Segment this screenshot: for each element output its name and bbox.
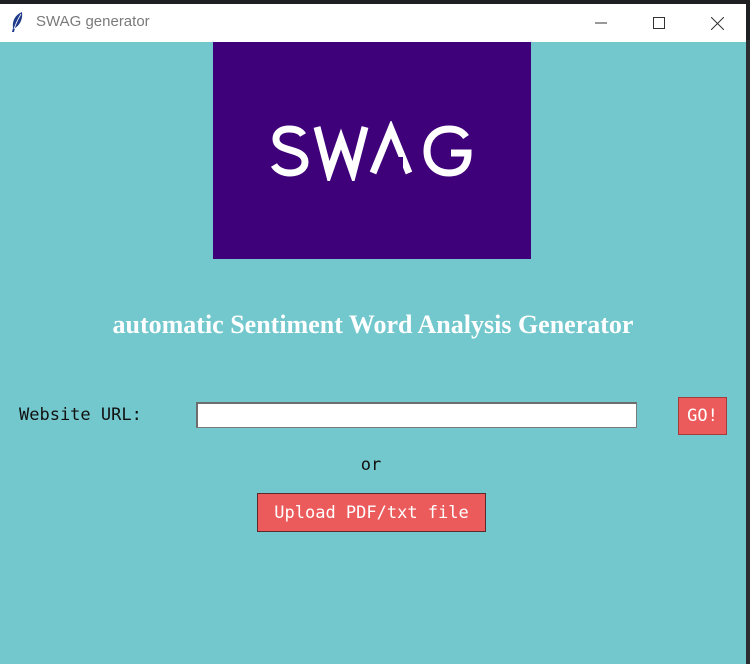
swag-logo-text (270, 120, 472, 181)
or-separator: or (360, 455, 382, 475)
close-button[interactable] (688, 4, 746, 42)
website-url-input[interactable] (196, 402, 637, 428)
background-editor-edge (746, 40, 750, 664)
app-window: SWAG generator automatic Sentiment Word … (0, 4, 746, 664)
swag-logo (213, 42, 531, 259)
maximize-icon (653, 17, 665, 29)
title-bar[interactable]: SWAG generator (0, 4, 746, 42)
upload-file-button[interactable]: Upload PDF/txt file (257, 493, 486, 532)
window-title: SWAG generator (36, 13, 150, 30)
close-icon (710, 16, 724, 30)
maximize-button[interactable] (630, 4, 688, 42)
go-button[interactable]: GO! (678, 397, 727, 435)
page-heading: automatic Sentiment Word Analysis Genera… (112, 310, 634, 339)
feather-icon (9, 11, 25, 33)
website-url-label: Website URL: (19, 405, 142, 425)
minimize-icon (595, 22, 607, 24)
minimize-button[interactable] (572, 4, 630, 42)
